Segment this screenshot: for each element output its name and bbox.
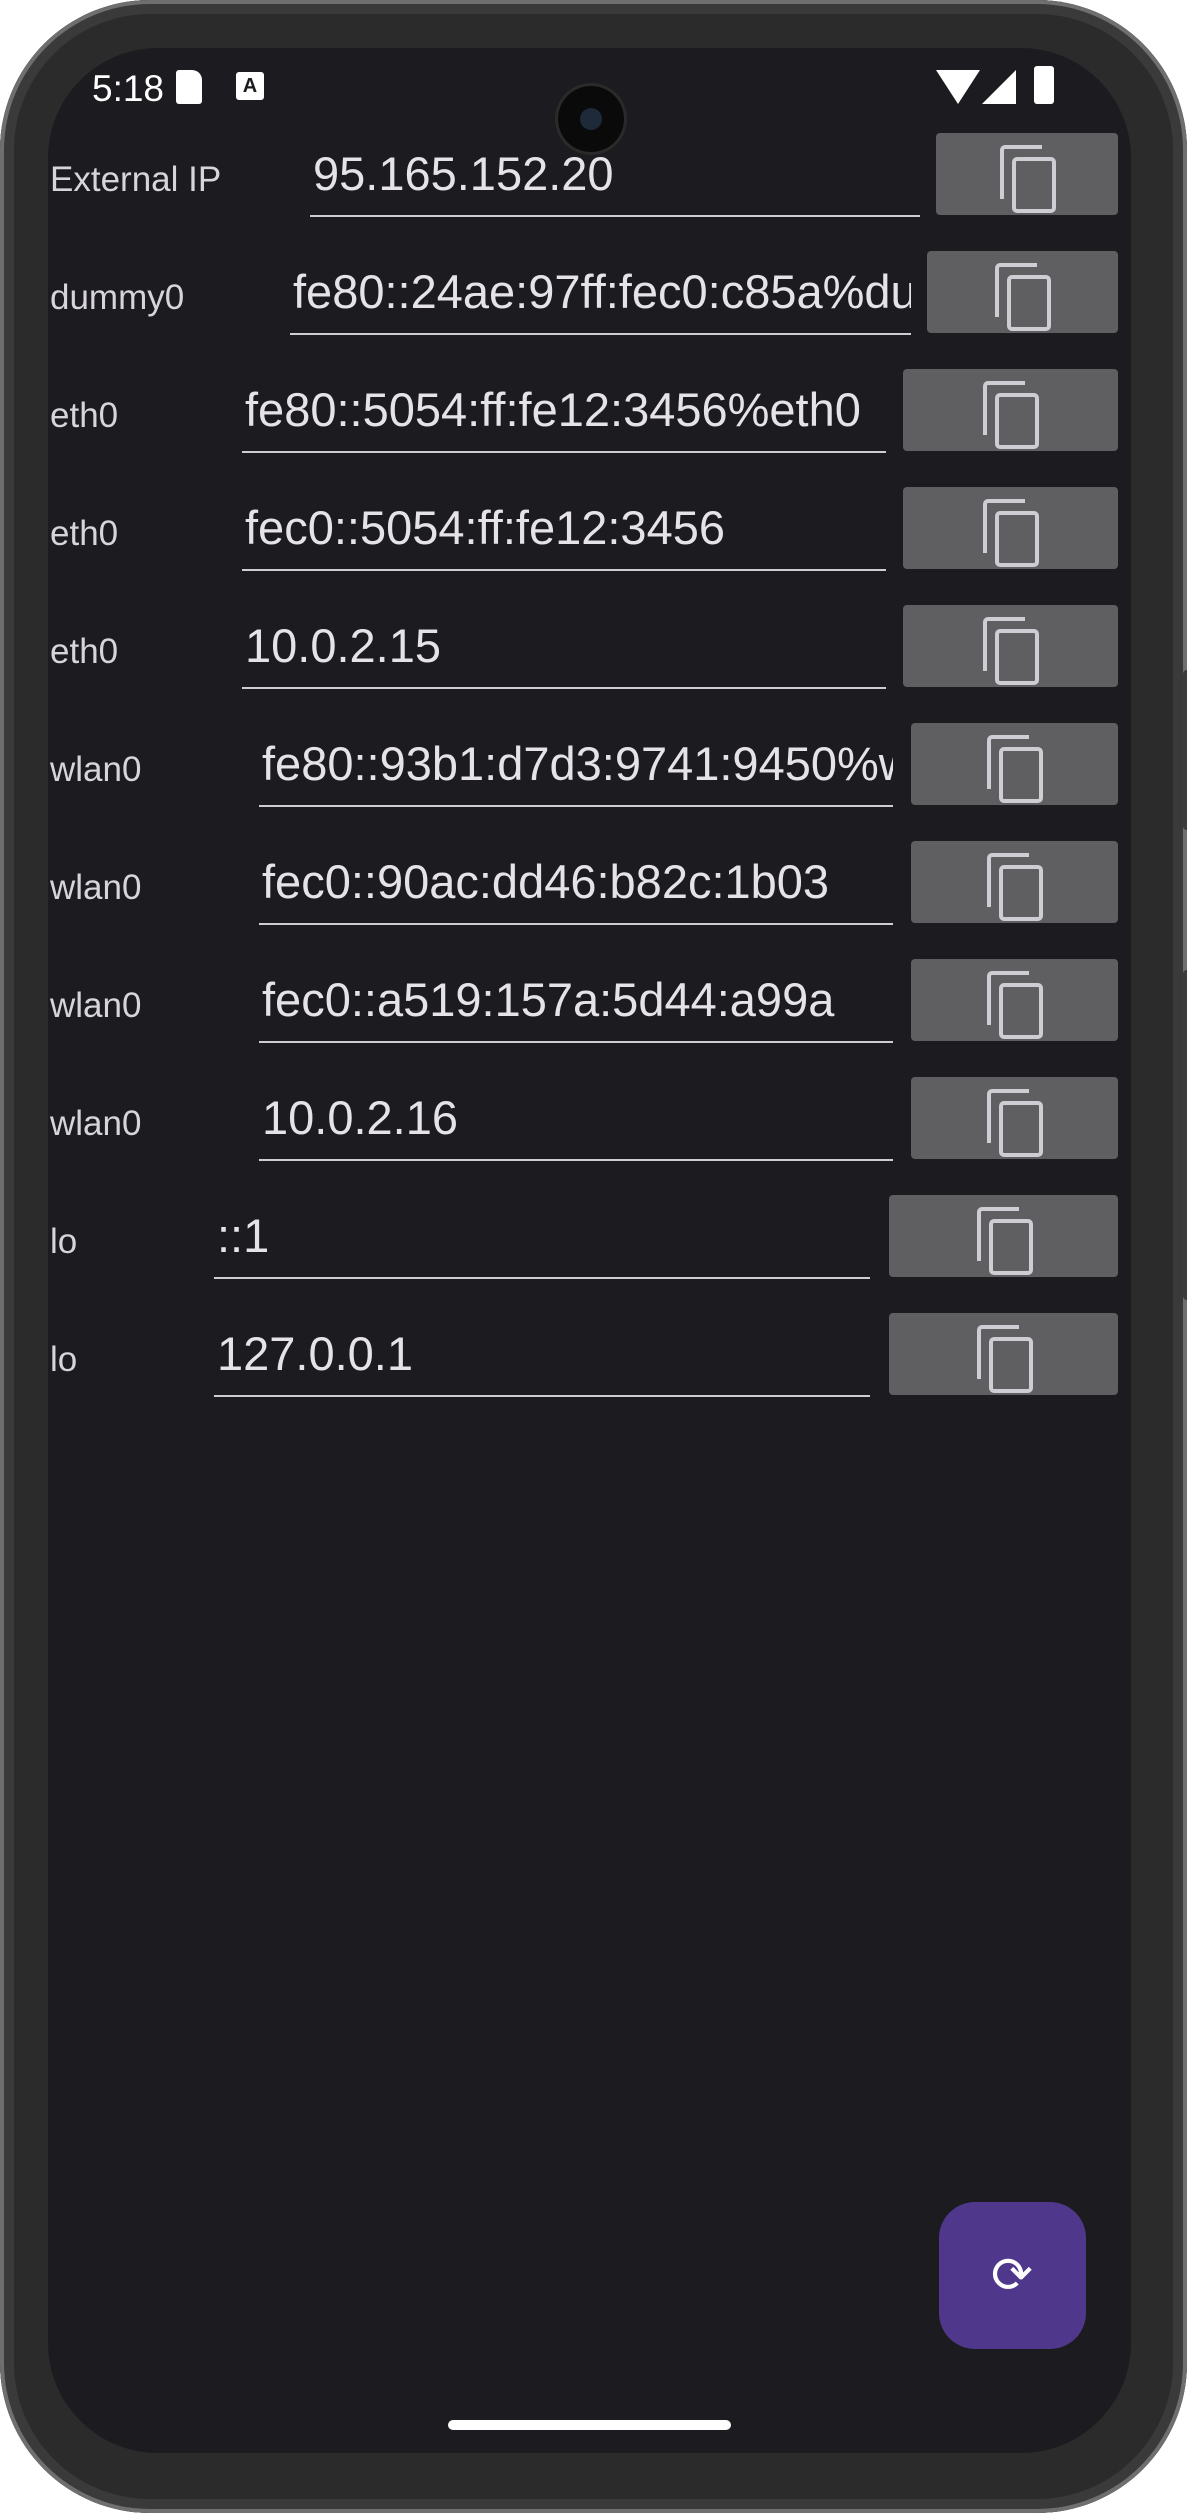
- interface-label: lo: [50, 1222, 78, 1261]
- copy-icon-front: [999, 747, 1043, 803]
- copy-icon-front: [995, 629, 1039, 685]
- ip-address-field[interactable]: fec0::90ac:dd46:b82c:1b03: [259, 841, 893, 925]
- copy-icon-front: [995, 393, 1039, 449]
- copy-button[interactable]: [911, 1077, 1118, 1159]
- interface-label: External IP: [50, 160, 222, 199]
- interface-label: eth0: [50, 514, 119, 553]
- refresh-icon: ⟳: [991, 2247, 1033, 2303]
- interface-label: wlan0: [50, 986, 142, 1025]
- copy-button[interactable]: [889, 1313, 1118, 1395]
- app-screen: 5:18 A External IP 95.165.152.20 dummy0 …: [48, 48, 1131, 2453]
- ip-row: lo 127.0.0.1: [48, 1313, 1131, 1399]
- copy-icon-front: [989, 1337, 1033, 1393]
- home-indicator[interactable]: [448, 2420, 731, 2430]
- power-button: [1183, 670, 1187, 830]
- ip-row: eth0 fe80::5054:ff:fe12:3456%eth0: [48, 369, 1131, 455]
- refresh-button[interactable]: ⟳: [939, 2202, 1086, 2349]
- ip-row: dummy0 fe80::24ae:97ff:fec0:c85a%du: [48, 251, 1131, 337]
- ip-address-field[interactable]: fec0::a519:157a:5d44:a99a: [259, 959, 893, 1043]
- interface-label: lo: [50, 1340, 78, 1379]
- copy-button[interactable]: [903, 605, 1118, 687]
- copy-icon-front: [1012, 157, 1056, 213]
- interface-label: eth0: [50, 632, 119, 671]
- interface-label: wlan0: [50, 750, 142, 789]
- interface-label: wlan0: [50, 868, 142, 907]
- ip-row: eth0 fec0::5054:ff:fe12:3456: [48, 487, 1131, 573]
- copy-icon-front: [999, 983, 1043, 1039]
- ip-address-field[interactable]: fe80::5054:ff:fe12:3456%eth0: [242, 369, 886, 453]
- volume-button: [1183, 970, 1187, 1300]
- ip-address-field[interactable]: fe80::93b1:d7d3:9741:9450%w: [259, 723, 893, 807]
- ip-address-field[interactable]: ::1: [214, 1195, 870, 1279]
- ip-row: External IP 95.165.152.20: [48, 133, 1131, 219]
- ip-address-field[interactable]: fec0::5054:ff:fe12:3456: [242, 487, 886, 571]
- ip-row: eth0 10.0.2.15: [48, 605, 1131, 691]
- interface-label: eth0: [50, 396, 119, 435]
- sd-card-icon: [176, 70, 202, 104]
- copy-button[interactable]: [936, 133, 1118, 215]
- ip-address-field[interactable]: 10.0.2.15: [242, 605, 886, 689]
- keyboard-a-icon: A: [236, 72, 264, 100]
- copy-button[interactable]: [889, 1195, 1118, 1277]
- phone-frame: 5:18 A External IP 95.165.152.20 dummy0 …: [0, 0, 1187, 2513]
- copy-icon-front: [999, 865, 1043, 921]
- copy-button[interactable]: [911, 959, 1118, 1041]
- ip-address-field[interactable]: 10.0.2.16: [259, 1077, 893, 1161]
- copy-icon-front: [1007, 275, 1051, 331]
- ip-row: wlan0 fec0::90ac:dd46:b82c:1b03: [48, 841, 1131, 927]
- copy-button[interactable]: [903, 369, 1118, 451]
- interface-label: wlan0: [50, 1104, 142, 1143]
- copy-button[interactable]: [903, 487, 1118, 569]
- wifi-icon: [936, 70, 980, 104]
- copy-icon-front: [999, 1101, 1043, 1157]
- ip-address-field[interactable]: 95.165.152.20: [310, 133, 920, 217]
- copy-button[interactable]: [927, 251, 1118, 333]
- cellular-signal-icon: [982, 70, 1016, 104]
- copy-icon-front: [989, 1219, 1033, 1275]
- copy-button[interactable]: [911, 841, 1118, 923]
- ip-row: wlan0 fe80::93b1:d7d3:9741:9450%w: [48, 723, 1131, 809]
- ip-row: wlan0 10.0.2.16: [48, 1077, 1131, 1163]
- status-time: 5:18: [92, 68, 165, 109]
- ip-address-field[interactable]: fe80::24ae:97ff:fec0:c85a%du: [290, 251, 911, 335]
- ip-row: lo ::1: [48, 1195, 1131, 1281]
- ip-address-field[interactable]: 127.0.0.1: [214, 1313, 870, 1397]
- copy-icon-front: [995, 511, 1039, 567]
- interface-label: dummy0: [50, 278, 185, 317]
- battery-icon: [1034, 66, 1054, 104]
- ip-row: wlan0 fec0::a519:157a:5d44:a99a: [48, 959, 1131, 1045]
- copy-button[interactable]: [911, 723, 1118, 805]
